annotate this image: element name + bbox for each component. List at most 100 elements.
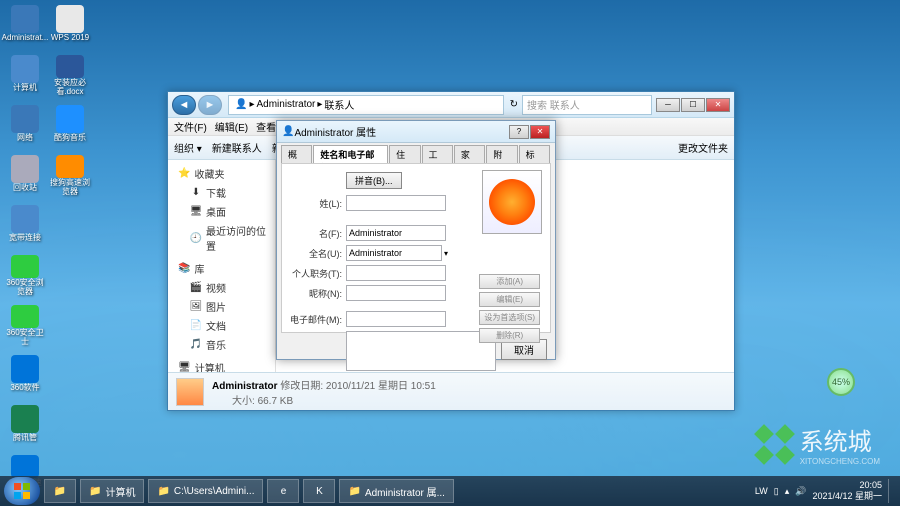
breadcrumb-seg[interactable]: 联系人: [324, 97, 354, 112]
start-button[interactable]: [4, 477, 40, 505]
dialog-close-button[interactable]: ✕: [530, 125, 550, 139]
fullname-input[interactable]: [346, 245, 442, 261]
taskbar-clock[interactable]: 20:05 2021/4/12 星期一: [812, 480, 882, 502]
email-label: 电子邮件(M):: [290, 313, 342, 326]
desktop-icon[interactable]: 360软件: [5, 355, 45, 397]
desktop: Administrat...WPS 2019计算机安装应必看.docx网络酷狗音…: [0, 0, 900, 506]
title-label: 个人职务(T):: [290, 267, 342, 280]
sidebar-item[interactable]: 🎬视频: [168, 278, 275, 297]
taskbar-task[interactable]: 📁Administrator 属...: [339, 479, 453, 503]
explorer-sidebar: ⭐ 收藏夹 ⬇下载🖥桌面🕘最近访问的位置 📚 库 🎬视频🖼图片📄文档🎵音乐 🖥 …: [168, 160, 276, 372]
search-input[interactable]: 搜索 联系人: [522, 95, 652, 115]
sidebar-item[interactable]: 🖥桌面: [168, 202, 275, 221]
dialog-tab[interactable]: 概要: [281, 145, 312, 163]
dialog-tab[interactable]: 标识: [519, 145, 550, 163]
flower-icon: [489, 179, 535, 225]
contact-icon: 👤: [282, 126, 294, 137]
floating-percentage-widget[interactable]: 45%: [827, 368, 855, 396]
desktop-icon[interactable]: 计算机: [5, 55, 45, 97]
desktop-icon[interactable]: 回收站: [5, 155, 45, 197]
sidebar-libraries-head[interactable]: 📚 库: [168, 259, 275, 278]
sidebar-item[interactable]: ⬇下载: [168, 183, 275, 202]
desktop-icon[interactable]: Administrat...: [5, 5, 45, 47]
lastname-input[interactable]: [346, 195, 446, 211]
properties-dialog: 👤 Administrator 属性 ? ✕ 概要姓名和电子邮件住宅工作家庭附注…: [276, 120, 556, 360]
desktop-icons-grid: Administrat...WPS 2019计算机安装应必看.docx网络酷狗音…: [5, 5, 90, 497]
fullname-label: 全名(U):: [290, 247, 342, 260]
dialog-tab[interactable]: 姓名和电子邮件: [313, 145, 388, 163]
breadcrumb[interactable]: 👤▸ Administrator▸ 联系人: [228, 95, 504, 115]
taskbar-pinned[interactable]: 📁: [44, 479, 76, 503]
dialog-tab[interactable]: 附注: [486, 145, 517, 163]
email-action-button[interactable]: 编辑(E): [479, 292, 540, 307]
sidebar-item[interactable]: 🎵音乐: [168, 335, 275, 354]
system-tray[interactable]: LW ▯ ▴ 🔊 20:05 2021/4/12 星期一: [755, 479, 896, 503]
watermark-text: 系统城: [800, 422, 880, 457]
toolbar-right[interactable]: 更改文件夹: [678, 140, 728, 155]
desktop-icon[interactable]: 酷狗音乐: [50, 105, 90, 147]
taskbar-pinned[interactable]: e: [267, 479, 299, 503]
email-action-button[interactable]: 设为首选项(S): [479, 310, 540, 325]
email-list[interactable]: [346, 331, 496, 371]
dialog-tabs: 概要姓名和电子邮件住宅工作家庭附注标识: [277, 143, 555, 163]
desktop-icon[interactable]: 宽带连接: [5, 205, 45, 247]
dialog-tab[interactable]: 工作: [422, 145, 453, 163]
menu-item[interactable]: 文件(F): [174, 119, 207, 134]
dialog-help-button[interactable]: ?: [509, 125, 529, 139]
sidebar-item[interactable]: 🕘最近访问的位置: [168, 221, 275, 255]
refresh-icon[interactable]: ↻: [510, 99, 518, 110]
email-input[interactable]: [346, 311, 446, 327]
show-desktop-button[interactable]: [888, 479, 896, 503]
tray-up-icon[interactable]: ▴: [785, 486, 790, 497]
details-name: Administrator: [212, 381, 278, 392]
nav-back-button[interactable]: ◄: [172, 95, 196, 115]
desktop-icon[interactable]: 腾讯管: [5, 405, 45, 447]
sidebar-item[interactable]: 📄文档: [168, 316, 275, 335]
details-thumbnail: [176, 378, 204, 406]
sidebar-item[interactable]: 🖼图片: [168, 297, 275, 316]
minimize-button[interactable]: ─: [656, 98, 680, 112]
taskbar-pinned[interactable]: K: [303, 479, 335, 503]
dialog-title: Administrator 属性: [294, 124, 509, 139]
tray-volume-icon[interactable]: 🔊: [795, 486, 806, 497]
taskbar-task[interactable]: 📁计算机: [80, 479, 144, 503]
lastname-label: 姓(L):: [290, 197, 342, 210]
sidebar-favorites-head[interactable]: ⭐ 收藏夹: [168, 164, 275, 183]
dialog-titlebar[interactable]: 👤 Administrator 属性 ? ✕: [277, 121, 555, 143]
contact-picture[interactable]: [482, 170, 542, 234]
taskbar: 📁📁计算机📁C:\Users\Admini...eK📁Administrator…: [0, 476, 900, 506]
desktop-icon[interactable]: 网络: [5, 105, 45, 147]
email-action-button[interactable]: 删除(R): [479, 328, 540, 343]
firstname-input[interactable]: [346, 225, 446, 241]
desktop-icon[interactable]: 搜狗高速浏览器: [50, 155, 90, 197]
watermark: 系统城 XITONGCHENG.COM: [755, 422, 880, 466]
menu-item[interactable]: 编辑(E): [215, 119, 248, 134]
title-input[interactable]: [346, 265, 446, 281]
toolbar-button[interactable]: 新建联系人: [212, 140, 262, 155]
desktop-icon[interactable]: WPS 2019: [50, 5, 90, 47]
nickname-input[interactable]: [346, 285, 446, 301]
search-placeholder: 搜索 联系人: [527, 97, 580, 112]
close-button[interactable]: ✕: [706, 98, 730, 112]
sidebar-computer[interactable]: 🖥 计算机: [168, 358, 275, 372]
desktop-icon[interactable]: 安装应必看.docx: [50, 55, 90, 97]
details-pane: Administrator 修改日期: 2010/11/21 星期日 10:51…: [168, 372, 734, 410]
toolbar-button[interactable]: 组织 ▾: [174, 140, 202, 155]
dialog-tab[interactable]: 家庭: [454, 145, 485, 163]
desktop-icon[interactable]: 360安全卫士: [5, 305, 45, 347]
firstname-label: 名(F):: [290, 227, 342, 240]
dialog-tab[interactable]: 住宅: [389, 145, 420, 163]
nickname-label: 昵称(N):: [290, 287, 342, 300]
tray-flag-icon[interactable]: ▯: [774, 486, 779, 497]
tray-lang-icon[interactable]: LW: [755, 486, 768, 496]
taskbar-task[interactable]: 📁C:\Users\Admini...: [148, 479, 263, 503]
email-action-button[interactable]: 添加(A): [479, 274, 540, 289]
watermark-sub: XITONGCHENG.COM: [800, 457, 880, 466]
desktop-icon[interactable]: 360安全浏览器: [5, 255, 45, 297]
nav-forward-button[interactable]: ►: [198, 95, 222, 115]
explorer-titlebar[interactable]: ◄ ► 👤▸ Administrator▸ 联系人 ↻ 搜索 联系人 ─ ☐ ✕: [168, 92, 734, 118]
dialog-body: 拼音(B)... 姓(L): 名(F): 全名(U):▾ 个人职务(T): 昵称…: [281, 163, 551, 333]
maximize-button[interactable]: ☐: [681, 98, 705, 112]
pinyin-button[interactable]: 拼音(B)...: [346, 172, 402, 189]
breadcrumb-seg[interactable]: Administrator: [256, 99, 315, 110]
